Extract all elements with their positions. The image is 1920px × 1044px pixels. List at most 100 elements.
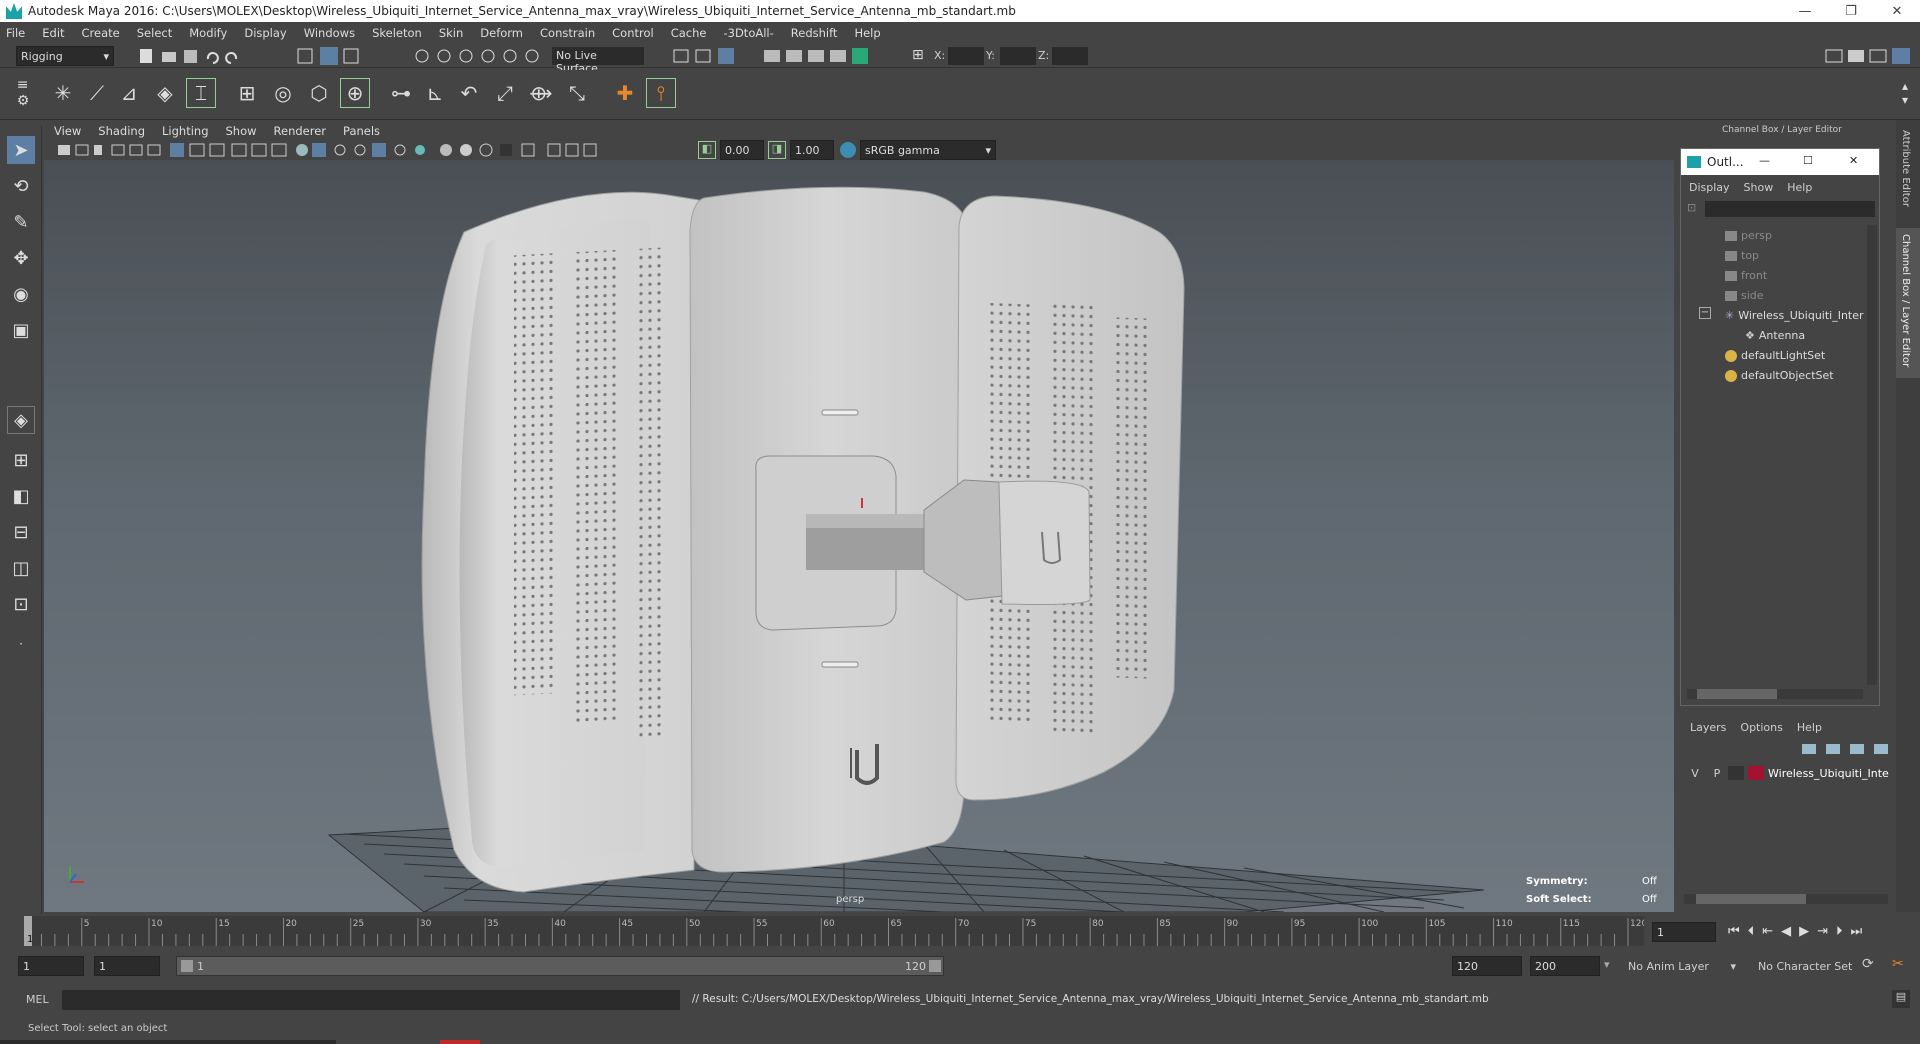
uv-editor-layout-icon[interactable]: ⊡: [7, 590, 35, 618]
menu-skin[interactable]: Skin: [439, 26, 463, 40]
outliner-close-button[interactable]: ✕: [1849, 154, 1858, 167]
step-forward-key-icon[interactable]: ⇥: [1817, 924, 1828, 939]
menu-create[interactable]: Create: [82, 26, 120, 40]
play-forward-icon[interactable]: ▶: [1799, 924, 1809, 939]
outliner-search-field[interactable]: [1705, 201, 1875, 217]
ik-handle-icon[interactable]: ⟋: [82, 78, 112, 108]
go-to-end-icon[interactable]: ⏭: [1851, 924, 1863, 939]
cluster-handle-icon[interactable]: ⫯: [646, 78, 676, 108]
orient-constraint-icon[interactable]: ↶: [454, 78, 484, 108]
locator-icon[interactable]: ✚: [610, 78, 640, 108]
parent-constraint-icon[interactable]: ⊶: [386, 78, 416, 108]
step-forward-icon[interactable]: ⏵: [1836, 924, 1843, 939]
current-frame-field[interactable]: 1: [1652, 922, 1716, 942]
outliner-node-persp[interactable]: persp: [1725, 229, 1772, 242]
move-tool-icon[interactable]: ✥: [7, 244, 35, 272]
gamma-field[interactable]: 1.00: [790, 140, 834, 160]
shelf-scroll-icon[interactable]: ▴ ▾: [1890, 78, 1920, 108]
outliner-vertical-scrollbar[interactable]: [1867, 225, 1877, 685]
menu-display[interactable]: Display: [244, 26, 286, 40]
range-start-handle[interactable]: [181, 960, 193, 972]
layers-menu-options[interactable]: Options: [1740, 721, 1782, 734]
outliner-node-antenna[interactable]: ❖ Antenna: [1745, 329, 1805, 342]
layers-menu-layers[interactable]: Layers: [1690, 721, 1726, 734]
menu-file[interactable]: File: [6, 26, 25, 40]
aim-constraint-icon[interactable]: ⟴: [526, 78, 556, 108]
animation-preferences-icon[interactable]: ✂: [1892, 956, 1904, 972]
lasso-tool-icon[interactable]: ⟲: [7, 172, 35, 200]
outliner-node-side[interactable]: side: [1725, 289, 1764, 302]
layer-reference-toggle[interactable]: [1728, 766, 1744, 780]
ik-spline-icon[interactable]: ⊿: [114, 78, 144, 108]
y-field[interactable]: [1000, 47, 1036, 65]
mode-selector[interactable]: Rigging ▾: [16, 46, 114, 66]
vp-menu-show[interactable]: Show: [226, 124, 257, 138]
shelf-tabs-icon[interactable]: ≡ ⚙: [8, 77, 38, 109]
menu-cache[interactable]: Cache: [671, 26, 707, 40]
pole-vector-icon[interactable]: ⤡: [562, 78, 592, 108]
filter-icon[interactable]: ⊡: [1687, 201, 1696, 214]
wire-deformer-icon[interactable]: ⊕: [340, 78, 370, 108]
bind-skin-icon[interactable]: ◈: [150, 78, 180, 108]
z-field[interactable]: [1052, 47, 1088, 65]
outliner-menu-display[interactable]: Display: [1689, 181, 1730, 194]
outliner-maximize-button[interactable]: ☐: [1803, 154, 1813, 167]
layer-playback-toggle[interactable]: P: [1706, 767, 1728, 780]
outliner-node-top[interactable]: top: [1725, 249, 1759, 262]
persp-graph-layout-icon[interactable]: ⊟: [7, 518, 35, 546]
anim-layer-selector[interactable]: No Anim Layer ▾: [1622, 956, 1742, 976]
layer-visibility-toggle[interactable]: V: [1684, 767, 1706, 780]
x-field[interactable]: [948, 47, 984, 65]
channel-box-tab[interactable]: Channel Box / Layer Editor: [1900, 234, 1911, 367]
vp-menu-lighting[interactable]: Lighting: [162, 124, 208, 138]
go-to-start-icon[interactable]: ⏮: [1728, 924, 1740, 939]
minimize-button[interactable]: —: [1782, 0, 1828, 22]
character-set-selector[interactable]: No Character Set: [1752, 956, 1872, 976]
playback-end-field[interactable]: 120: [1452, 956, 1522, 976]
exposure-icon[interactable]: ◧: [698, 141, 716, 159]
command-input[interactable]: [62, 990, 680, 1010]
paint-select-icon[interactable]: ✎: [7, 208, 35, 236]
time-slider[interactable]: 5 10 15 20 25 30 35 40 45 50 55 60 65 70 75 80 85 90 95 100…: [0, 914, 1920, 950]
collapse-toggle[interactable]: −: [1699, 307, 1711, 319]
playback-start-field[interactable]: 1: [94, 956, 160, 976]
auto-key-icon[interactable]: ⟳: [1862, 956, 1874, 972]
script-language-toggle[interactable]: MEL: [26, 993, 49, 1006]
outliner-node-defaultobjectset[interactable]: defaultObjectSet: [1725, 369, 1834, 382]
paint-weights-icon[interactable]: ⊞: [232, 78, 262, 108]
lattice-icon[interactable]: ◎: [268, 78, 298, 108]
select-tool-icon[interactable]: ➤: [7, 136, 35, 164]
menu-redshift[interactable]: Redshift: [791, 26, 838, 40]
outliner-node-defaultlightset[interactable]: defaultLightSet: [1725, 349, 1825, 362]
outliner-menu-show[interactable]: Show: [1744, 181, 1774, 194]
menu-constrain[interactable]: Constrain: [540, 26, 595, 40]
vp-menu-shading[interactable]: Shading: [98, 124, 145, 138]
close-button[interactable]: ✕: [1874, 0, 1920, 22]
menu-skeleton[interactable]: Skeleton: [372, 26, 422, 40]
color-management-icon[interactable]: [840, 142, 856, 158]
point-constraint-icon[interactable]: ⊾: [420, 78, 450, 108]
single-perspective-layout-icon[interactable]: ◈: [7, 406, 35, 434]
animation-start-field[interactable]: 1: [18, 956, 84, 976]
viewport-persp[interactable]: persp Symmetry: Off Soft Select: Off: [44, 160, 1674, 912]
range-end-handle[interactable]: [929, 960, 941, 972]
exposure-field[interactable]: 0.00: [720, 140, 764, 160]
four-view-layout-icon[interactable]: ⊞: [7, 446, 35, 474]
animation-end-field[interactable]: 200: [1530, 956, 1600, 976]
menu-deform[interactable]: Deform: [480, 26, 523, 40]
outliner-horizontal-scrollbar[interactable]: [1687, 689, 1863, 699]
toolbox-options-icon[interactable]: ·: [7, 630, 35, 658]
joint-tool-icon[interactable]: ✳: [48, 78, 78, 108]
scale-constraint-icon[interactable]: ⤢: [490, 78, 520, 108]
step-back-key-icon[interactable]: ⇤: [1762, 924, 1773, 939]
menu-control[interactable]: Control: [612, 26, 654, 40]
attribute-editor-tab[interactable]: Attribute Editor: [1900, 130, 1911, 207]
script-editor-icon[interactable]: ▤: [1892, 990, 1910, 1008]
vp-menu-panels[interactable]: Panels: [343, 124, 380, 138]
menu-windows[interactable]: Windows: [304, 26, 355, 40]
menu-3dtoall[interactable]: -3DtoAll-: [723, 26, 773, 40]
outliner-menu-help[interactable]: Help: [1787, 181, 1812, 194]
outliner-node-front[interactable]: front: [1725, 269, 1767, 282]
live-surface-field[interactable]: No Live Surface: [552, 47, 644, 75]
smooth-bind-icon[interactable]: ⌶: [186, 78, 216, 108]
